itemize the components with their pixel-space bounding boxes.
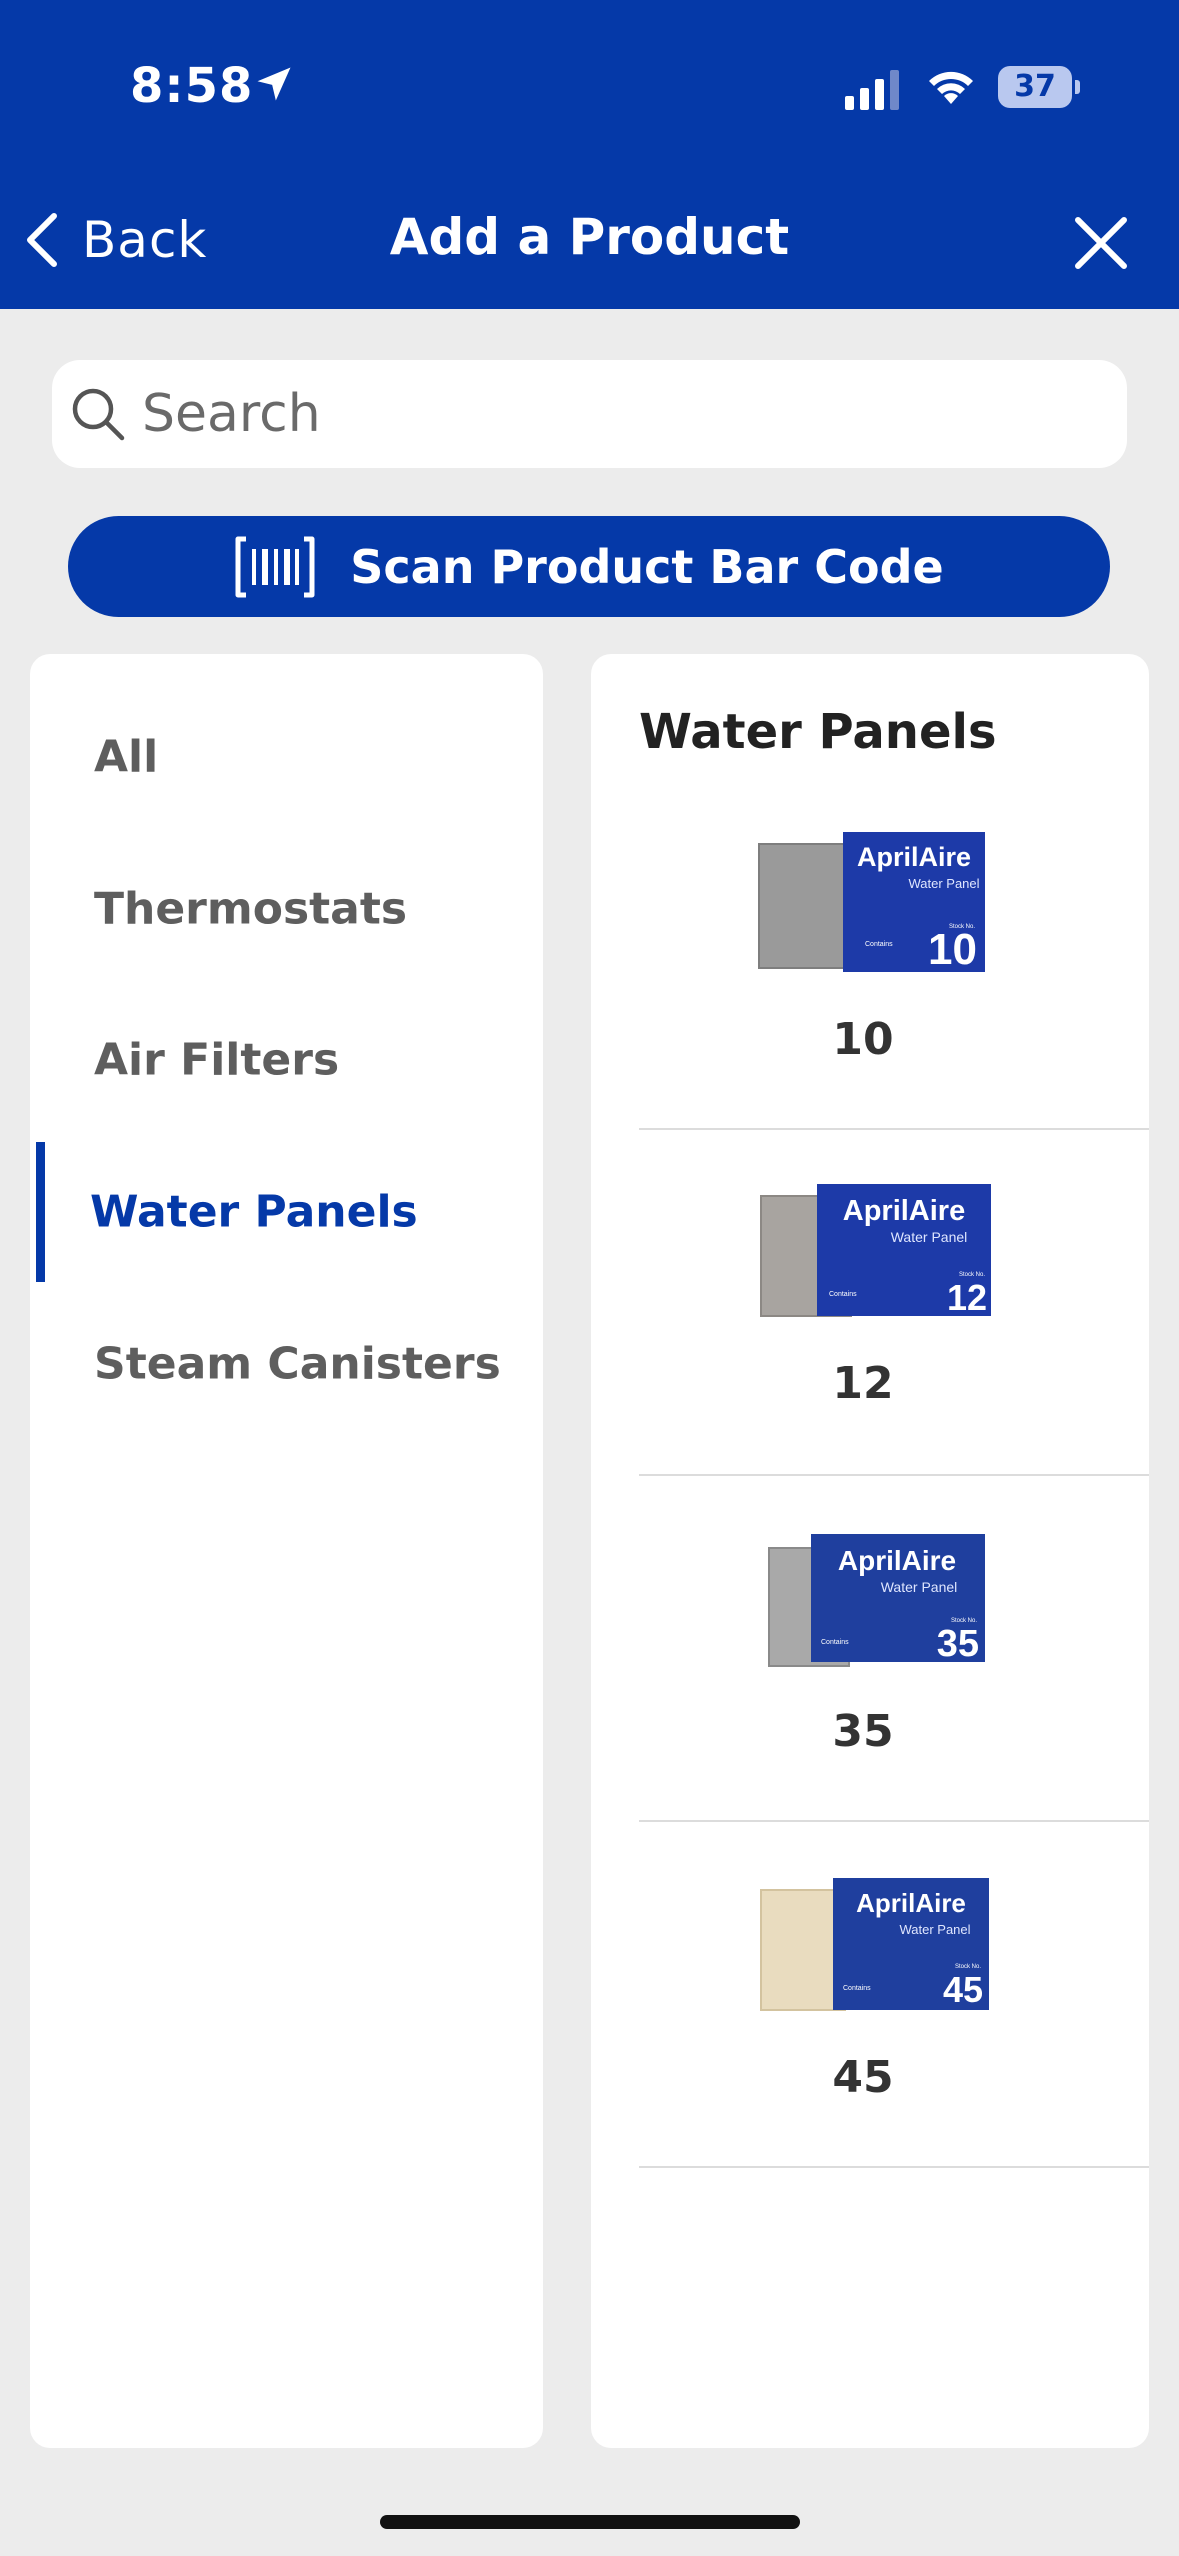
battery-body: 37 [998,66,1072,108]
location-arrow-icon [257,67,291,101]
box-brand: AprilAire [838,1545,956,1576]
category-list: All Thermostats Air Filters Water Panels… [30,654,543,2448]
box-stock-number: 45 [943,1969,983,2010]
category-label: All [94,731,159,783]
product-section-heading: Water Panels [639,704,997,760]
product-label: 12 [832,1358,894,1409]
box-subtitle: Water Panel [891,1229,968,1245]
search-input[interactable] [142,384,1042,444]
category-all[interactable]: All [30,687,543,827]
box-subtitle: Water Panel [899,1922,970,1937]
barcode-icon [235,536,315,597]
category-air-filters[interactable]: Air Filters [30,990,543,1130]
category-label: Water Panels [90,1186,418,1238]
product-image: AprilAire Water Panel Stock No. 10 Conta… [758,832,985,974]
battery-nub [1075,80,1080,94]
box-stock-number: 12 [947,1277,987,1318]
filter-pad [761,1890,845,2010]
product-label: 45 [832,2052,894,2103]
product-list: Water Panels AprilAire Water Panel Stock… [591,654,1149,2448]
product-image: AprilAire Water Panel Stock No. 12 Conta… [760,1184,991,1318]
home-indicator [380,2515,800,2529]
category-steam-canisters[interactable]: Steam Canisters [30,1294,543,1434]
box-subtitle: Water Panel [881,1579,958,1595]
active-category-indicator [36,1142,45,1282]
product-item-12[interactable]: AprilAire Water Panel Stock No. 12 Conta… [639,1130,1149,1476]
box-brand: AprilAire [857,842,971,872]
search-icon [72,388,125,441]
box-brand: AprilAire [856,1888,966,1918]
scan-barcode-button[interactable]: Scan Product Bar Code [68,516,1110,617]
category-label: Thermostats [94,883,408,935]
cellular-signal-icon [845,70,899,110]
category-label: Steam Canisters [94,1338,501,1390]
product-label: 35 [832,1706,894,1757]
box-contains-label: Contains [843,1985,871,1992]
battery-indicator: 37 [998,66,1080,108]
wifi-icon [929,71,973,104]
category-thermostats[interactable]: Thermostats [30,839,543,979]
battery-level: 37 [1014,69,1056,104]
app-header: 8:58 37 Back Add a Product [0,0,1179,309]
box-contains-label: Contains [829,1291,857,1298]
box-contains-label: Contains [865,941,893,948]
category-water-panels[interactable]: Water Panels [30,1142,543,1282]
product-item-10[interactable]: AprilAire Water Panel Stock No. 10 Conta… [639,784,1149,1130]
box-subtitle: Water Panel [908,876,979,891]
status-time: 8:58 [130,58,254,114]
product-image: AprilAire Water Panel Stock No. 35 Conta… [768,1534,985,1667]
product-label: 10 [832,1014,894,1065]
box-stock-number: 10 [928,925,977,974]
scan-button-label: Scan Product Bar Code [350,539,944,594]
product-item-45[interactable]: AprilAire Water Panel Stock No. 45 Conta… [639,1822,1149,2168]
page-title: Add a Product [389,208,790,266]
box-contains-label: Contains [821,1639,849,1646]
product-item-35[interactable]: AprilAire Water Panel Stock No. 35 Conta… [639,1476,1149,1822]
box-brand: AprilAire [843,1195,965,1227]
close-icon[interactable] [1070,212,1132,274]
category-label: Air Filters [94,1034,340,1086]
search-bar[interactable] [52,360,1127,468]
product-image: AprilAire Water Panel Stock No. 45 Conta… [760,1878,989,2011]
box-stock-number: 35 [937,1623,979,1665]
